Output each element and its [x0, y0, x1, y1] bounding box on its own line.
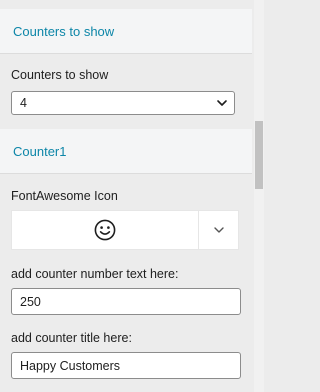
section-title: Counters to show	[13, 24, 115, 39]
section-title: Counter1	[13, 144, 67, 159]
section-header-counters[interactable]: Counters to show	[0, 9, 252, 54]
chevron-down-icon	[214, 227, 224, 233]
fontawesome-icon-label: FontAwesome Icon	[11, 189, 118, 203]
icon-dropdown-toggle[interactable]	[198, 211, 239, 249]
settings-panel: Counters to show Counters to show 4 Coun…	[0, 0, 254, 392]
scrollbar[interactable]	[254, 0, 264, 392]
icon-preview[interactable]	[12, 211, 198, 249]
smile-icon	[94, 219, 116, 241]
counter-number-label: add counter number text here:	[11, 267, 179, 281]
section-header-counter1[interactable]: Counter1	[0, 129, 252, 174]
counter-number-input[interactable]	[11, 288, 241, 315]
chevron-down-icon	[217, 100, 227, 106]
counters-to-show-label: Counters to show	[11, 68, 109, 82]
scrollbar-thumb[interactable]	[255, 121, 263, 189]
select-value: 4	[20, 96, 27, 110]
fontawesome-icon-picker[interactable]	[11, 210, 239, 250]
counter-title-input[interactable]	[11, 352, 241, 379]
counter-title-label: add counter title here:	[11, 331, 132, 345]
counters-to-show-select[interactable]: 4	[11, 91, 235, 115]
